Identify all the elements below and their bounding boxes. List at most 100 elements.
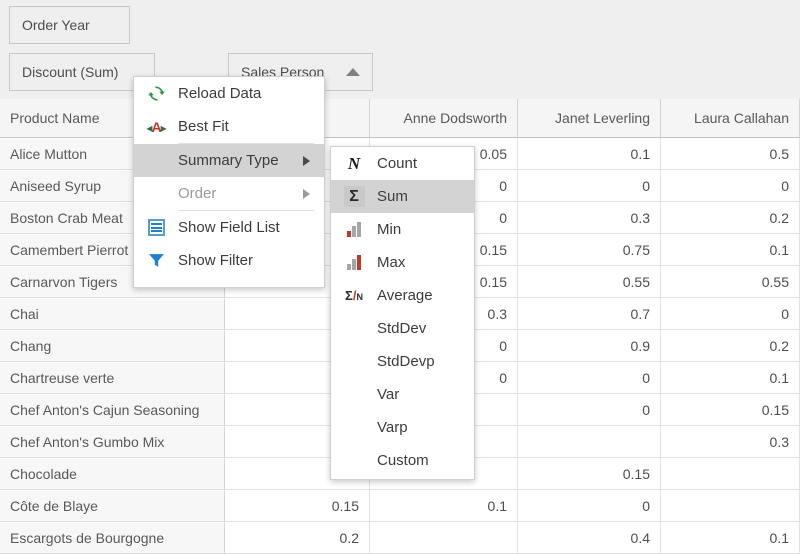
summary-item-count[interactable]: N Count: [331, 147, 474, 180]
grid-header-label: Anne Dodsworth: [403, 110, 507, 126]
grid-cell-value: 0.55: [622, 273, 650, 290]
grid-cell-value: 0: [499, 177, 507, 194]
summary-item-average[interactable]: Σ/N Average: [331, 279, 474, 312]
summary-item-label: StdDevp: [377, 353, 435, 370]
context-menu[interactable]: Reload Data ◂A▸ Best Fit Summary Type Order S…: [133, 76, 325, 288]
summary-item-stddev[interactable]: StdDev: [331, 312, 474, 345]
row-header-label: Boston Crab Meat: [10, 210, 123, 226]
row-header-label: Chef Anton's Cajun Seasoning: [10, 402, 200, 418]
menu-item-label: Show Filter: [178, 252, 254, 269]
menu-item-show-filter[interactable]: Show Filter: [134, 244, 324, 277]
grid-data-cell[interactable]: 0.1: [661, 522, 800, 554]
row-header-label: Chang: [10, 338, 52, 354]
reload-icon: [134, 84, 178, 103]
row-header-product-name[interactable]: Chartreuse verte: [0, 362, 225, 394]
grid-data-cell[interactable]: [661, 490, 800, 522]
min-icon: [331, 222, 377, 237]
grid-cell-value: 0.15: [331, 497, 359, 514]
grid-cell-value: 0: [781, 305, 789, 322]
grid-data-cell[interactable]: 0.3: [518, 202, 661, 234]
submenu-arrow-icon: [303, 188, 310, 199]
grid-header-cell[interactable]: Janet Leverling: [518, 99, 661, 138]
row-header-product-name[interactable]: Escargots de Bourgogne: [0, 522, 225, 554]
menu-item-label: Best Fit: [178, 118, 229, 135]
summary-item-min[interactable]: Min: [331, 213, 474, 246]
grid-data-cell[interactable]: 0.5: [661, 138, 800, 170]
grid-data-cell[interactable]: 0.55: [661, 266, 800, 298]
row-header-product-name[interactable]: Chocolade: [0, 458, 225, 490]
grid-data-cell[interactable]: 0: [518, 490, 661, 522]
summary-item-stddevp[interactable]: StdDevp: [331, 345, 474, 378]
grid-data-cell[interactable]: 0.15: [518, 458, 661, 490]
grid-data-cell[interactable]: 0.2: [225, 522, 370, 554]
summary-item-label: Var: [377, 386, 400, 403]
max-icon: [331, 255, 377, 270]
sum-icon: Σ: [331, 186, 377, 207]
grid-cell-value: 0.2: [769, 337, 789, 354]
grid-cell-value: 0.7: [630, 305, 650, 322]
grid-data-cell[interactable]: 0.55: [518, 266, 661, 298]
grid-data-cell[interactable]: 0.4: [518, 522, 661, 554]
row-header-product-name[interactable]: Chef Anton's Cajun Seasoning: [0, 394, 225, 426]
field-button-label: Discount (Sum): [22, 64, 119, 80]
grid-data-cell[interactable]: 0.15: [225, 490, 370, 522]
grid-data-cell[interactable]: [370, 522, 518, 554]
grid-data-cell[interactable]: 0.7: [518, 298, 661, 330]
grid-data-cell[interactable]: 0.1: [661, 234, 800, 266]
grid-data-cell[interactable]: [518, 426, 661, 458]
grid-cell-value: 0: [499, 369, 507, 386]
grid-cell-value: 0.15: [479, 273, 507, 290]
grid-header-cell[interactable]: Anne Dodsworth: [370, 99, 518, 138]
summary-item-varp[interactable]: Varp: [331, 411, 474, 444]
menu-item-best-fit[interactable]: ◂A▸ Best Fit: [134, 110, 324, 143]
grid-cell-value: 0.1: [769, 241, 789, 258]
grid-cell-value: 0.2: [339, 529, 359, 546]
summary-item-label: Varp: [377, 419, 408, 436]
grid-data-cell[interactable]: 0: [518, 362, 661, 394]
grid-data-cell[interactable]: 0.1: [661, 362, 800, 394]
table-row[interactable]: Côte de Blaye 0.15 0.1 0: [0, 490, 800, 522]
grid-data-cell[interactable]: 0: [661, 298, 800, 330]
grid-data-cell[interactable]: 0.1: [370, 490, 518, 522]
summary-item-sum[interactable]: Σ Sum: [331, 180, 474, 213]
sort-ascending-icon[interactable]: [346, 68, 360, 76]
summary-item-var[interactable]: Var: [331, 378, 474, 411]
summary-item-label: Count: [377, 155, 418, 172]
row-header-product-name[interactable]: Côte de Blaye: [0, 490, 225, 522]
grid-cell-value: 0.05: [479, 145, 507, 162]
grid-header-row: Product Name Anne Dodsworth Janet Leverlin…: [0, 99, 800, 138]
grid-header-cell[interactable]: Laura Callahan: [661, 99, 800, 138]
grid-cell-value: 0.4: [630, 529, 650, 546]
grid-data-cell[interactable]: 0.15: [661, 394, 800, 426]
grid-data-cell[interactable]: 0: [661, 170, 800, 202]
grid-data-cell[interactable]: 0.3: [661, 426, 800, 458]
summary-item-max[interactable]: Max: [331, 246, 474, 279]
row-header-product-name[interactable]: Chef Anton's Gumbo Mix: [0, 426, 225, 458]
menu-item-summary-type[interactable]: Summary Type: [134, 144, 324, 177]
row-header-product-name[interactable]: Chang: [0, 330, 225, 362]
field-button-order-year[interactable]: Order Year: [9, 6, 130, 44]
grid-cell-value: 0.1: [487, 497, 507, 514]
grid-header-label: Laura Callahan: [694, 110, 789, 126]
grid-data-cell[interactable]: 0: [518, 170, 661, 202]
row-header-product-name[interactable]: Chai: [0, 298, 225, 330]
grid-cell-value: 0.15: [479, 241, 507, 258]
row-header-label: Camembert Pierrot: [10, 242, 129, 258]
grid-data-cell[interactable]: 0.2: [661, 330, 800, 362]
menu-item-reload-data[interactable]: Reload Data: [134, 77, 324, 110]
grid-data-cell[interactable]: 0.1: [518, 138, 661, 170]
grid-data-cell[interactable]: 0: [518, 394, 661, 426]
grid-data-cell[interactable]: 0.75: [518, 234, 661, 266]
summary-type-submenu[interactable]: N Count Σ Sum Min Max Σ/N Average StdDev StdDevp V…: [330, 146, 475, 480]
menu-item-show-field-list[interactable]: Show Field List: [134, 211, 324, 244]
table-row[interactable]: Escargots de Bourgogne 0.2 0.4 0.1: [0, 522, 800, 554]
field-list-icon: [134, 219, 178, 236]
best-fit-icon: ◂A▸: [146, 118, 166, 135]
row-header-label: Chocolade: [10, 466, 77, 482]
summary-item-custom[interactable]: Custom: [331, 444, 474, 477]
grid-cell-value: 0.3: [487, 305, 507, 322]
grid-data-cell[interactable]: [661, 458, 800, 490]
grid-data-cell[interactable]: 0.9: [518, 330, 661, 362]
grid-data-cell[interactable]: 0.2: [661, 202, 800, 234]
grid-cell-value: 0.75: [622, 241, 650, 258]
